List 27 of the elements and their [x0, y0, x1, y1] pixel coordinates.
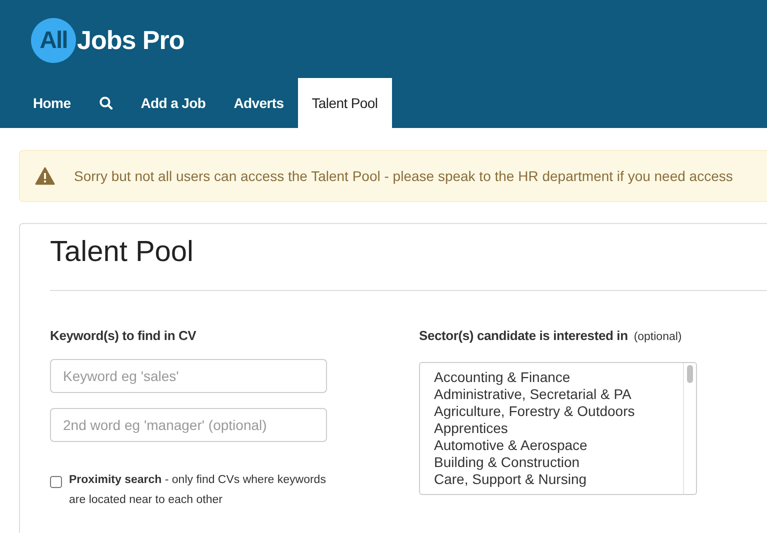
logo-text: Jobs Pro: [77, 25, 184, 56]
sector-option[interactable]: Accounting & Finance: [434, 369, 683, 386]
field-label: Sector(s) candidate is interested in: [419, 328, 628, 343]
checkbox-label: Proximity search - only find CVs where keywords are located near to each other: [69, 473, 327, 508]
scrollbar-thumb[interactable]: [687, 365, 693, 383]
proximity-checkbox[interactable]: [50, 476, 62, 488]
sector-option[interactable]: Administrative, Secretarial & PA: [434, 386, 683, 403]
nav-tab[interactable]: Add a Job: [126, 78, 220, 128]
field-label: Keyword(s) to find in CV: [50, 328, 198, 343]
alert-message: Sorry but not all users can access the Talent Pool - please speak to the HR department if you need access: [74, 168, 733, 184]
keyword-field[interactable]: 2nd word eg 'manager' (optional): [50, 408, 327, 442]
sector-option[interactable]: Care, Support & Nursing: [434, 471, 683, 488]
warning-icon: [35, 167, 55, 185]
search-icon: [98, 96, 113, 110]
nav-tab[interactable]: Adverts: [220, 78, 298, 128]
sector-option[interactable]: Building & Construction: [434, 454, 683, 471]
sector-option[interactable]: Automotive & Aerospace: [434, 437, 683, 454]
nav-tab[interactable]: Home: [19, 78, 85, 128]
logo-badge: All: [31, 18, 76, 63]
sector-option[interactable]: Agriculture, Forestry & Outdoors: [434, 403, 683, 420]
page-title: Talent Pool: [50, 236, 194, 269]
nav-tab[interactable]: Talent Pool: [298, 78, 392, 128]
keyword-field[interactable]: Keyword eg 'sales': [50, 359, 327, 393]
sector-option[interactable]: Apprentices: [434, 420, 683, 437]
scrollbar[interactable]: [683, 363, 696, 494]
sector-listbox[interactable]: Accounting & Finance Administrative, Secretarial & PA Agriculture, Forestry & Outdoors Apprentices Automotive & Aerospace Building & Construction Care, Support & Nursing: [419, 362, 697, 495]
optional-note: (optional): [634, 331, 682, 343]
